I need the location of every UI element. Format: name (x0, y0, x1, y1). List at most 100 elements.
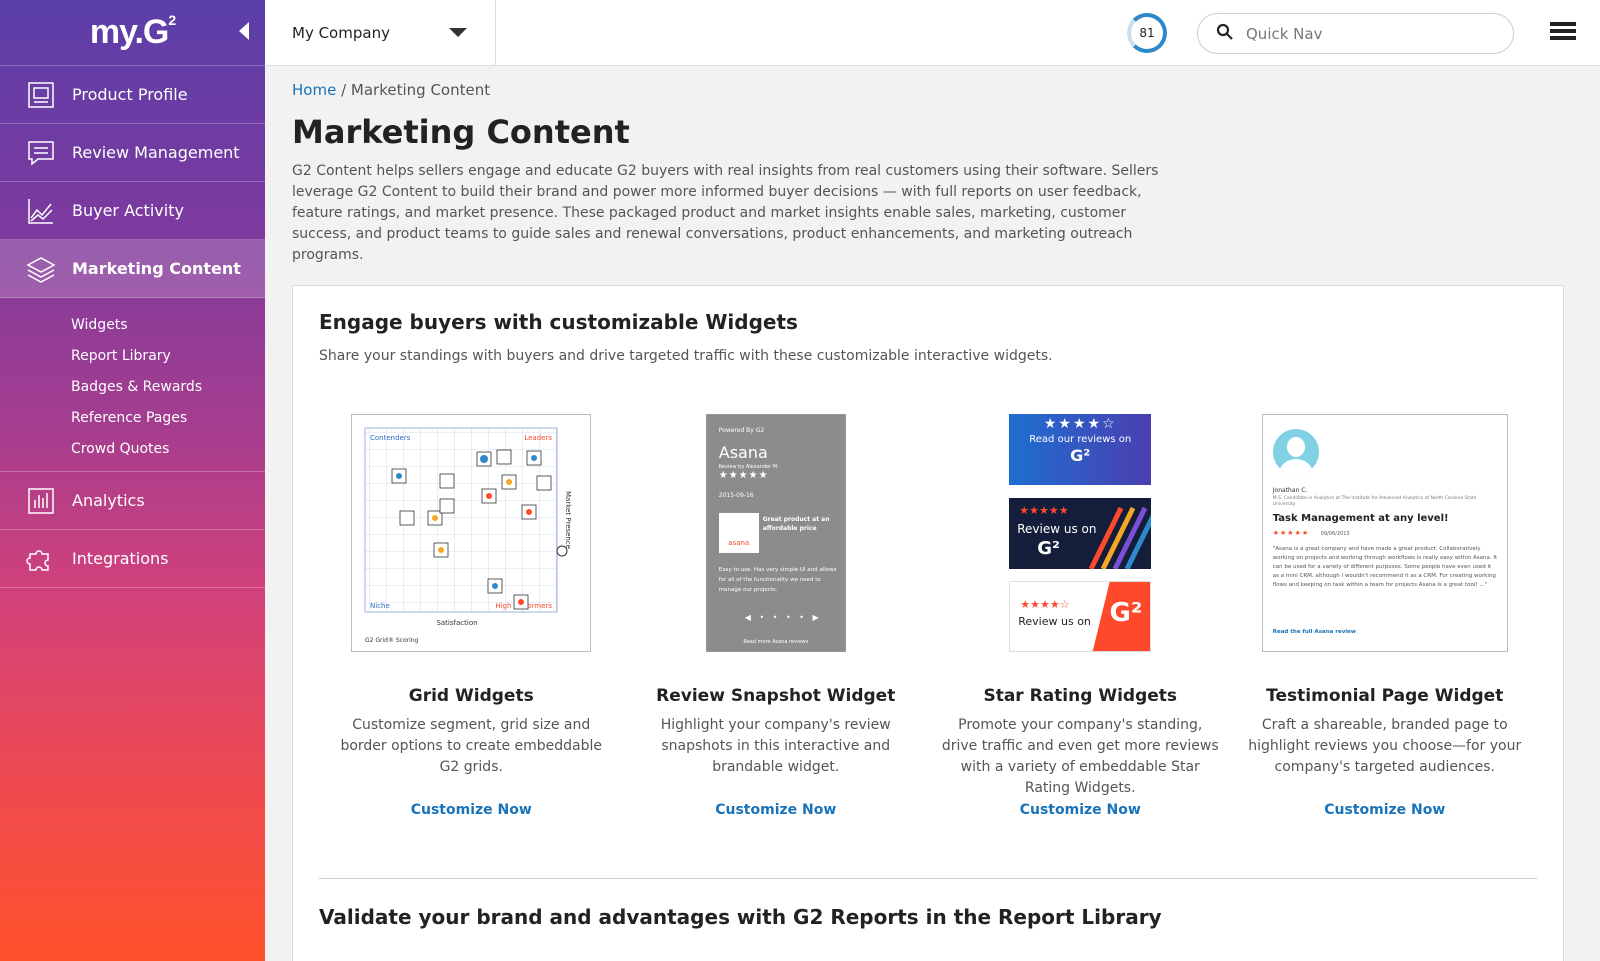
breadcrumb-current: Marketing Content (350, 81, 491, 99)
sidebar-item-integrations[interactable]: Integrations (0, 530, 265, 588)
profile-icon (26, 80, 56, 110)
widgets-section-subtitle: Share your standings with buyers and dri… (319, 348, 1053, 364)
widget-card-review-snapshot: Powered By G2 Asana Review by Alexander … (624, 414, 929, 818)
collapse-sidebar-icon[interactable] (239, 22, 249, 40)
stars-icon: ★★★★☆ (1020, 598, 1070, 611)
snapshot-product-name: Asana (718, 443, 768, 462)
my-g2-logo[interactable]: my.G2 (90, 12, 176, 52)
logo-row: my.G2 (0, 0, 265, 66)
chart-line-icon (26, 196, 56, 226)
widget-title: Grid Widgets (408, 686, 534, 706)
widget-card-star-rating: ★★★★☆ Read our reviews on G² ★★★★★ Revie… (928, 414, 1233, 818)
snapshot-powered-by: Powered By G2 (718, 427, 765, 434)
stars-icon: ★★★★☆ (1043, 416, 1117, 432)
snapshot-headline: Great product at an affordable price (762, 516, 830, 532)
sidebar-item-buyer-activity[interactable]: Buyer Activity (0, 182, 265, 240)
widget-description: Craft a shareable, branded page to highl… (1248, 717, 1522, 775)
subnav-widgets[interactable]: Widgets (0, 310, 265, 341)
sidebar: my.G2 Product Profile Review Management … (0, 0, 265, 961)
widget-description: Promote your company's standing, drive t… (941, 717, 1219, 796)
star-badge-text: Review us on (1018, 615, 1091, 628)
chat-icon (26, 138, 56, 168)
bar-chart-icon (26, 486, 56, 516)
stars-icon: ★★★★★ (1272, 529, 1310, 537)
testimonial-thumbnail[interactable]: Jonathan C. M.S. Candidate in Analytics … (1261, 414, 1508, 652)
widget-card-testimonial: Jonathan C. M.S. Candidate in Analytics … (1233, 414, 1538, 818)
subnav-crowd-quotes[interactable]: Crowd Quotes (0, 434, 265, 465)
grid-y-axis: Market Presence (564, 491, 572, 549)
section-divider (319, 878, 1537, 879)
g2-logo-icon: G² (1037, 537, 1060, 559)
grid-widget-thumbnail[interactable]: Contenders Leaders Niche High Performers… (351, 414, 592, 652)
sidebar-item-label: Integrations (72, 549, 169, 568)
grid-label-niche: Niche (370, 602, 390, 610)
snapshot-footer: Read more Asana reviews (743, 639, 809, 645)
company-name: My Company (292, 23, 390, 42)
color-stripes-graphic (1089, 506, 1152, 569)
sidebar-item-review-management[interactable]: Review Management (0, 124, 265, 182)
widget-list: Contenders Leaders Niche High Performers… (319, 414, 1537, 818)
widgets-card: Engage buyers with customizable Widgets … (292, 285, 1564, 961)
star-badge-dark: ★★★★★ Review us on G² (1009, 497, 1152, 569)
asana-logo: asana (718, 513, 759, 553)
star-badge-text: Read our reviews on (1029, 434, 1132, 445)
grid-x-axis: Satisfaction (437, 619, 478, 627)
grid-label-leaders: Leaders (525, 434, 553, 442)
subnav-badges-rewards[interactable]: Badges & Rewards (0, 372, 265, 403)
widget-title: Testimonial Page Widget (1266, 686, 1504, 706)
sidebar-item-marketing-content[interactable]: Marketing Content (0, 240, 265, 298)
star-badge-white: ★★★★☆ Review us on G² (1009, 581, 1152, 652)
layers-icon (26, 254, 56, 284)
breadcrumb-home-link[interactable]: Home (292, 81, 336, 99)
sidebar-item-label: Buyer Activity (72, 201, 184, 220)
hamburger-menu-icon[interactable] (1550, 22, 1576, 42)
sidebar-item-product-profile[interactable]: Product Profile (0, 66, 265, 124)
widget-title: Review Snapshot Widget (656, 686, 896, 706)
main-content: Home / Marketing Content Marketing Conte… (292, 66, 1564, 961)
snapshot-body: Easy to use. Has very simple UI and allo… (718, 567, 837, 593)
customize-grid-widgets-link[interactable]: Customize Now (411, 802, 532, 818)
quick-nav-search[interactable] (1197, 13, 1514, 54)
customize-testimonial-link[interactable]: Customize Now (1324, 802, 1445, 818)
snapshot-date: 2015-09-16 (718, 492, 754, 499)
widget-card-grid: Contenders Leaders Niche High Performers… (319, 414, 624, 818)
avatar (1272, 429, 1319, 475)
testimonial-role: M.S. Candidate in Analytics at The Insti… (1272, 496, 1477, 507)
grid-label-contenders: Contenders (370, 434, 411, 442)
star-badge-blue: ★★★★☆ Read our reviews on G² (1009, 414, 1152, 485)
sidebar-item-label: Marketing Content (72, 259, 241, 278)
search-icon (1216, 23, 1234, 45)
snapshot-carousel-nav[interactable]: ◀ • • • • ▶ (745, 613, 822, 622)
puzzle-icon (26, 544, 56, 574)
subnav-report-library[interactable]: Report Library (0, 341, 265, 372)
customize-review-snapshot-link[interactable]: Customize Now (715, 802, 836, 818)
chevron-down-icon (449, 28, 467, 37)
page-intro: G2 Content helps sellers engage and educ… (292, 163, 1159, 263)
sidebar-item-label: Review Management (72, 143, 240, 162)
profile-score-badge[interactable]: 81 (1127, 13, 1167, 53)
widget-title: Star Rating Widgets (983, 686, 1178, 706)
widget-description: Highlight your company's review snapshot… (660, 717, 891, 775)
stars-icon: ★★★★★ (1019, 503, 1069, 517)
g2-logo-icon: G² (1070, 446, 1091, 465)
topbar: My Company 81 (265, 0, 1600, 66)
subnav-reference-pages[interactable]: Reference Pages (0, 403, 265, 434)
star-rating-thumbnail[interactable]: ★★★★☆ Read our reviews on G² ★★★★★ Revie… (1009, 414, 1152, 652)
breadcrumb: Home / Marketing Content (292, 81, 1564, 99)
company-selector[interactable]: My Company (265, 0, 496, 66)
sidebar-item-label: Analytics (72, 491, 145, 510)
g2-logo-icon: G² (1092, 582, 1151, 651)
testimonial-headline: Task Management at any level! (1272, 513, 1449, 524)
breadcrumb-separator: / (341, 81, 347, 99)
customize-star-rating-link[interactable]: Customize Now (1020, 802, 1141, 818)
widget-description: Customize segment, grid size and border … (340, 717, 603, 775)
testimonial-read-more-link[interactable]: Read the full Asana review (1273, 629, 1356, 635)
sidebar-item-label: Product Profile (72, 85, 188, 104)
review-snapshot-thumbnail[interactable]: Powered By G2 Asana Review by Alexander … (705, 414, 846, 652)
testimonial-date: 09/06/2013 (1320, 531, 1350, 537)
page-title: Marketing Content (292, 113, 630, 151)
search-input[interactable] (1246, 24, 1496, 43)
grid-footer: G2 Grid® Scoring (365, 637, 419, 644)
marketing-subnav: Widgets Report Library Badges & Rewards … (0, 298, 265, 472)
sidebar-item-analytics[interactable]: Analytics (0, 472, 265, 530)
